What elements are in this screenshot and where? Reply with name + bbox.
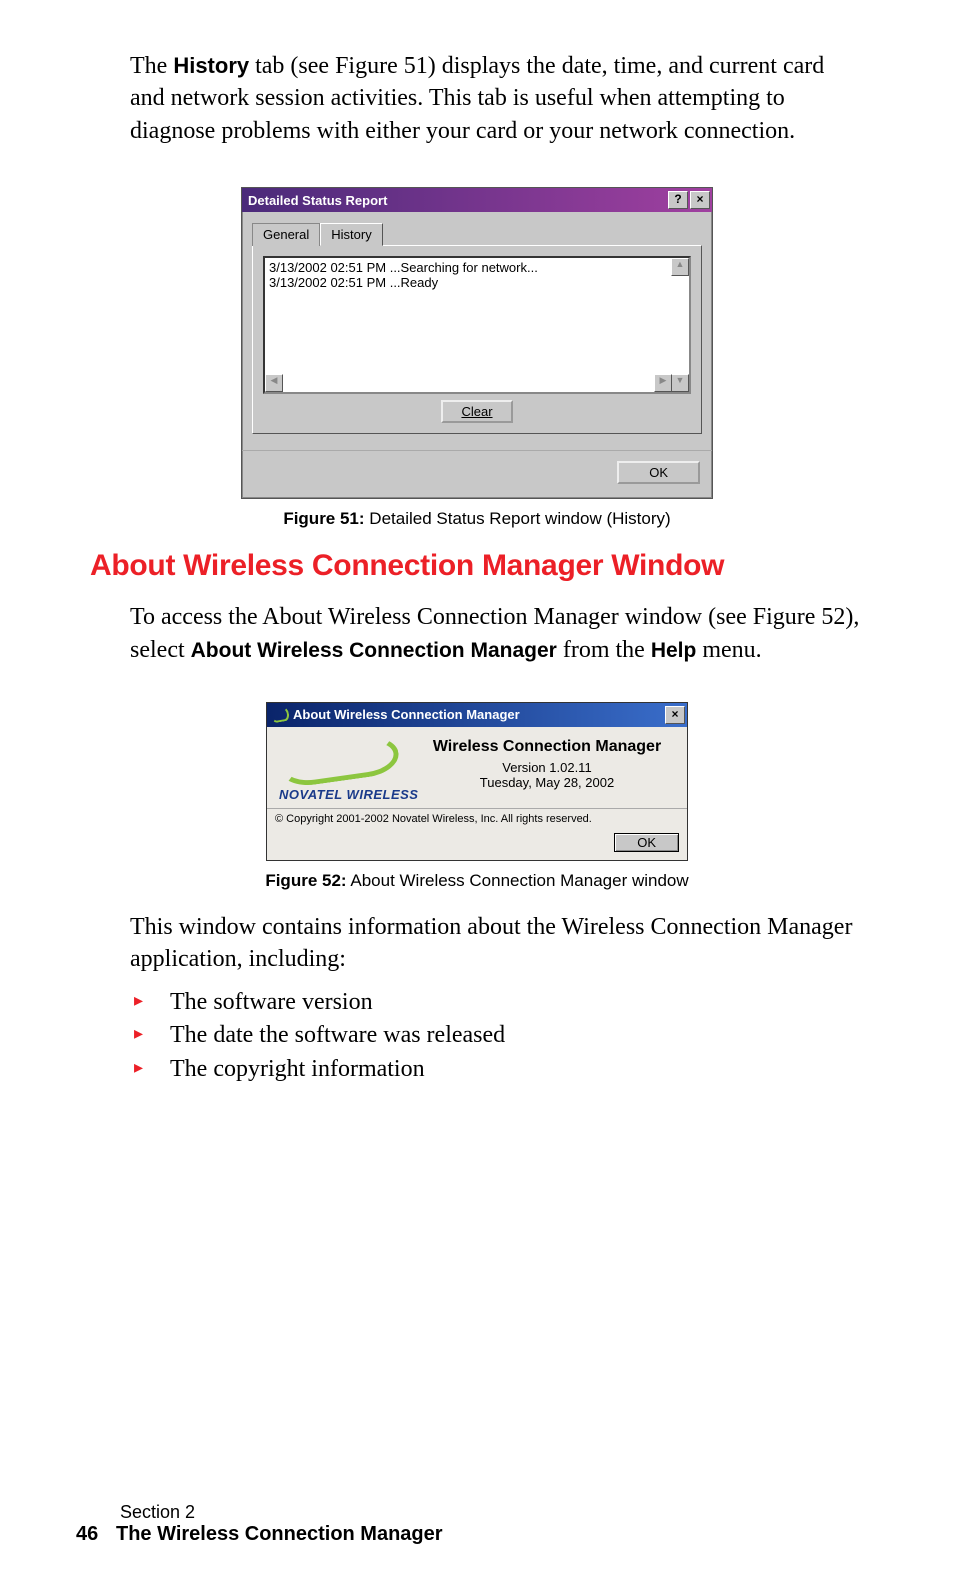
about-info: Wireless Connection Manager Version 1.02… — [419, 737, 675, 802]
log-entry-1: 3/13/2002 02:51 PM ...Searching for netw… — [269, 260, 685, 275]
bullet-list: The software version The date the softwa… — [130, 986, 864, 1087]
clear-button[interactable]: Clear — [441, 400, 512, 423]
window-title: Detailed Status Report — [248, 193, 666, 208]
bullet-date: The date the software was released — [130, 1019, 864, 1053]
tab-strip: General History — [252, 222, 702, 245]
page-number: 46 — [76, 1523, 116, 1546]
window-titlebar: Detailed Status Report ? × — [242, 188, 712, 212]
about-titlebar: About Wireless Connection Manager × — [267, 703, 687, 727]
app-version: Version 1.02.11 — [419, 760, 675, 775]
figure-51-label: Figure 51: — [283, 509, 364, 528]
section-heading: About Wireless Connection Manager Window — [90, 549, 864, 583]
history-listbox[interactable]: 3/13/2002 02:51 PM ...Searching for netw… — [263, 256, 691, 394]
chapter-title: The Wireless Connection Manager — [116, 1523, 443, 1545]
brand-name: NOVATEL WIRELESS — [279, 787, 419, 802]
clear-button-label: Clear — [461, 404, 492, 419]
help-button[interactable]: ? — [668, 191, 688, 209]
mid-t3: menu. — [696, 637, 761, 663]
copyright-row: © Copyright 2001-2002 Novatel Wireless, … — [267, 808, 687, 829]
section-label: Section 2 — [120, 1502, 443, 1523]
tab-panel-history: 3/13/2002 02:51 PM ...Searching for netw… — [252, 245, 702, 434]
intro-bold-history: History — [173, 53, 249, 78]
scroll-down-icon[interactable]: ▼ — [671, 374, 689, 392]
info-paragraph: This window contains information about t… — [130, 911, 864, 976]
log-entry-2: 3/13/2002 02:51 PM ...Ready — [269, 275, 685, 290]
figure-51-desc: Detailed Status Report window (History) — [365, 509, 671, 528]
app-icon — [270, 706, 290, 723]
mid-b1: About Wireless Connection Manager — [191, 639, 557, 662]
tab-general[interactable]: General — [252, 223, 320, 246]
scroll-right-icon[interactable]: ▶ — [654, 374, 672, 392]
scroll-up-icon[interactable]: ▲ — [671, 258, 689, 276]
intro-prefix: The — [130, 53, 173, 79]
detailed-status-report-window: Detailed Status Report ? × General Histo… — [241, 187, 713, 499]
about-ok-button[interactable]: OK — [614, 833, 679, 852]
bullet-version: The software version — [130, 986, 864, 1020]
tab-history[interactable]: History — [320, 223, 382, 246]
mid-t2: from the — [557, 637, 651, 663]
ok-button[interactable]: OK — [617, 461, 700, 484]
page-footer: Section 2 46The Wireless Connection Mana… — [76, 1502, 443, 1546]
about-close-button[interactable]: × — [665, 706, 685, 724]
app-date: Tuesday, May 28, 2002 — [419, 775, 675, 790]
about-window-title: About Wireless Connection Manager — [293, 707, 663, 722]
figure-51-caption: Figure 51: Detailed Status Report window… — [90, 509, 864, 529]
figure-52-label: Figure 52: — [265, 871, 346, 890]
scroll-left-icon[interactable]: ◀ — [265, 374, 283, 392]
figure-52-container: About Wireless Connection Manager × NOVA… — [90, 702, 864, 861]
close-button[interactable]: × — [690, 191, 710, 209]
figure-51-container: Detailed Status Report ? × General Histo… — [90, 187, 864, 499]
bullet-copyright: The copyright information — [130, 1053, 864, 1087]
intro-paragraph: The History tab (see Figure 51) displays… — [130, 50, 864, 147]
mid-b2: Help — [651, 639, 697, 662]
access-paragraph: To access the About Wireless Connection … — [130, 601, 864, 666]
figure-52-caption: Figure 52: About Wireless Connection Man… — [90, 871, 864, 891]
about-window: About Wireless Connection Manager × NOVA… — [266, 702, 688, 861]
logo-area: NOVATEL WIRELESS — [279, 737, 419, 802]
figure-52-desc: About Wireless Connection Manager window — [347, 871, 689, 890]
app-name: Wireless Connection Manager — [419, 737, 675, 756]
novatel-swoosh-icon — [277, 733, 401, 789]
